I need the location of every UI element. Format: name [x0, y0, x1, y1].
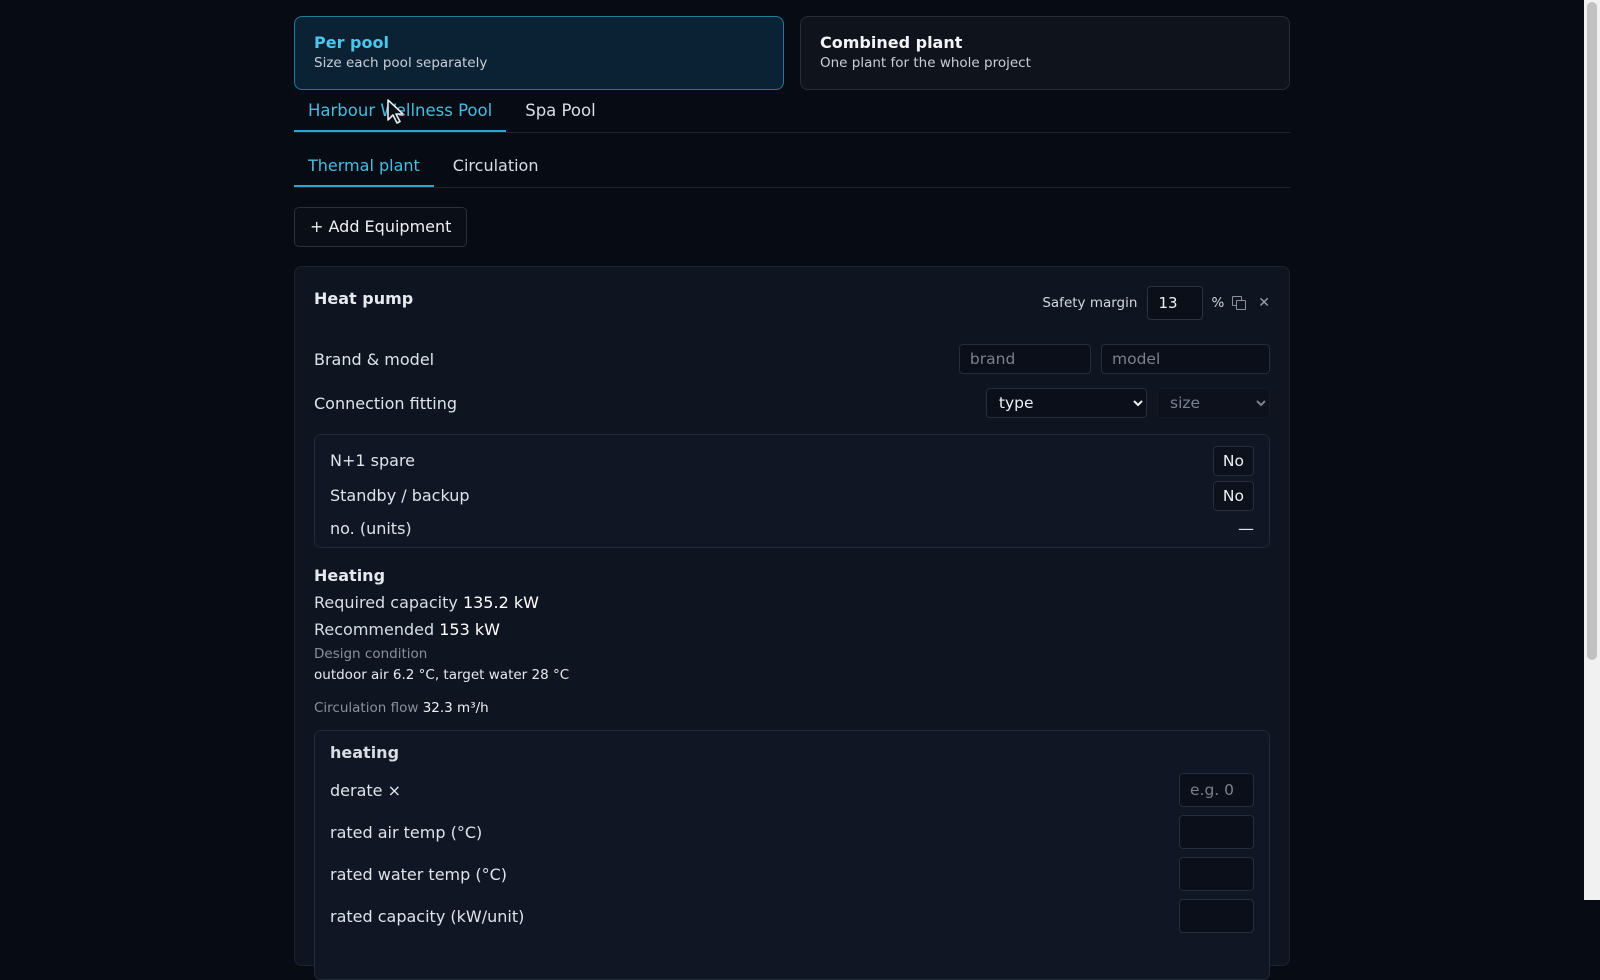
derate-input[interactable] [1179, 773, 1254, 807]
close-icon[interactable]: ✕ [1258, 295, 1270, 311]
standby-toggle[interactable]: No [1212, 480, 1254, 511]
units-label: no. (units) [330, 518, 412, 538]
recommended-value: 153 kW [439, 620, 500, 639]
required-capacity-value: 135.2 kW [462, 593, 539, 612]
n1-spare-row: N+1 spare No [330, 443, 1254, 478]
safety-margin-label: Safety margin [1042, 295, 1138, 311]
mode-card-per-pool[interactable]: Per pool Size each pool separately [294, 16, 784, 90]
brand-input[interactable] [958, 344, 1091, 374]
page-scrollbar[interactable] [1584, 0, 1600, 900]
recommended-label: Recommended [314, 620, 435, 639]
tab-spa-pool[interactable]: Spa Pool [511, 92, 609, 132]
derate-row: derate × [330, 769, 1254, 811]
rated-air-temp-label: rated air temp (°C) [330, 822, 483, 842]
standby-row: Standby / backup No [330, 478, 1254, 513]
safety-margin-input[interactable] [1147, 286, 1204, 320]
n1-spare-label: N+1 spare [330, 451, 416, 470]
standby-label: Standby / backup [330, 486, 470, 505]
connection-fitting-label: Connection fitting [314, 393, 457, 413]
fitting-size-select[interactable]: size [1157, 388, 1270, 418]
tab-circulation[interactable]: Circulation [439, 149, 553, 187]
circulation-flow-value: 32.3 m³/h [422, 700, 489, 716]
mode-title: Per pool [314, 33, 389, 52]
rated-water-temp-label: rated water temp (°C) [330, 864, 508, 884]
rated-water-temp-input[interactable] [1179, 857, 1254, 891]
tab-thermal-plant[interactable]: Thermal plant [294, 149, 434, 187]
brand-model-label: Brand & model [314, 349, 435, 369]
heating-derate-card: heating derate × rated air temp (°C) rat… [314, 730, 1270, 980]
equipment-title: Heat pump [314, 289, 414, 308]
rated-capacity-input[interactable] [1179, 899, 1254, 933]
pool-tabs: Harbour Wellness Pool Spa Pool [294, 92, 1290, 133]
sizing-mode-selector: Per pool Size each pool separately Combi… [294, 16, 1290, 90]
section-tabs: Thermal plant Circulation [294, 149, 1290, 188]
redundancy-options: N+1 spare No Standby / backup No no. (un… [314, 434, 1270, 548]
model-input[interactable] [1101, 344, 1270, 374]
fitting-type-select[interactable]: type [985, 388, 1147, 418]
rated-capacity-label: rated capacity (kW/unit) [330, 906, 525, 926]
circulation-flow-label: Circulation flow [314, 700, 419, 716]
mode-card-combined-plant[interactable]: Combined plant One plant for the whole p… [800, 16, 1290, 90]
rated-air-temp-row: rated air temp (°C) [330, 811, 1254, 853]
recommended-capacity: Recommended 153 kW [314, 620, 1270, 639]
brand-model-row: Brand & model [314, 337, 1270, 381]
equipment-card: Heat pump Safety margin % ✕ Brand & mode… [294, 266, 1290, 980]
derate-card-title: heating [330, 743, 400, 762]
derate-label: derate × [330, 780, 401, 800]
mode-subtitle: One plant for the whole project [820, 55, 1031, 71]
tab-harbour-wellness-pool[interactable]: Harbour Wellness Pool [294, 92, 507, 132]
units-row: no. (units) — [330, 513, 1254, 543]
equipment-header: Heat pump Safety margin % ✕ [314, 267, 1270, 337]
required-capacity: Required capacity 135.2 kW [314, 593, 1270, 612]
n1-spare-toggle[interactable]: No [1212, 445, 1254, 476]
design-condition-label: Design condition [314, 646, 428, 662]
design-condition-value: outdoor air 6.2 °C, target water 28 °C [314, 667, 570, 683]
connection-fitting-row: Connection fitting type size [314, 381, 1270, 425]
rated-capacity-row: rated capacity (kW/unit) [330, 895, 1254, 937]
add-equipment-button[interactable]: + Add Equipment [294, 207, 468, 247]
rated-air-temp-input[interactable] [1179, 815, 1254, 849]
percent-unit: % [1211, 295, 1225, 311]
rated-water-temp-row: rated water temp (°C) [330, 853, 1254, 895]
mode-subtitle: Size each pool separately [314, 55, 488, 71]
required-capacity-label: Required capacity [314, 593, 458, 612]
units-value: — [1238, 518, 1254, 538]
safety-margin-group: Safety margin % ✕ [1042, 286, 1270, 320]
scrollbar-thumb[interactable] [1587, 2, 1597, 660]
duplicate-icon[interactable] [1232, 296, 1247, 310]
heating-title: Heating [314, 566, 386, 585]
circulation-flow: Circulation flow 32.3 m³/h [314, 700, 1270, 716]
mode-title: Combined plant [820, 33, 963, 52]
heating-summary: Heating Required capacity 135.2 kW Recom… [314, 566, 1270, 716]
main-content: Per pool Size each pool separately Combi… [294, 16, 1290, 980]
